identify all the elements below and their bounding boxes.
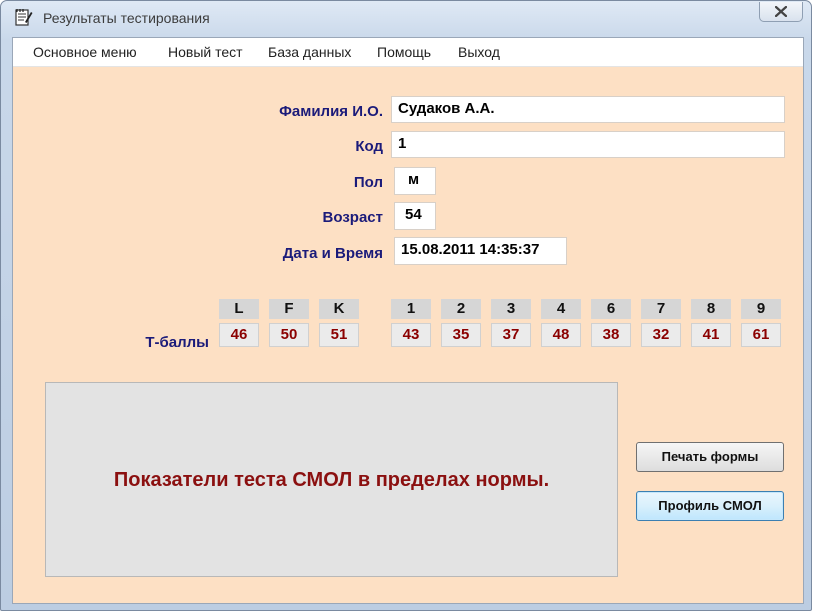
scale-header-9: 9 bbox=[741, 299, 781, 319]
name-field[interactable]: Судаков А.А. bbox=[391, 96, 785, 123]
score-7: 32 bbox=[641, 323, 681, 347]
result-message: Показатели теста СМОЛ в пределах нормы. bbox=[113, 469, 550, 491]
scale-header-f: F bbox=[269, 299, 309, 319]
result-panel: Показатели теста СМОЛ в пределах нормы. bbox=[45, 382, 618, 577]
score-9: 61 bbox=[741, 323, 781, 347]
scale-header-2: 2 bbox=[441, 299, 481, 319]
menu-exit[interactable]: Выход bbox=[458, 44, 500, 60]
datetime-field[interactable]: 15.08.2011 14:35:37 bbox=[394, 237, 567, 265]
menu-main[interactable]: Основное меню bbox=[33, 44, 137, 60]
scale-header-7: 7 bbox=[641, 299, 681, 319]
score-3: 37 bbox=[491, 323, 531, 347]
scale-header-4: 4 bbox=[541, 299, 581, 319]
notepad-pencil-icon bbox=[13, 7, 33, 27]
age-label: Возраст bbox=[322, 209, 383, 226]
scale-header-6: 6 bbox=[591, 299, 631, 319]
score-1: 43 bbox=[391, 323, 431, 347]
score-8: 41 bbox=[691, 323, 731, 347]
sex-field[interactable]: м bbox=[394, 167, 436, 195]
scale-header-l: L bbox=[219, 299, 259, 319]
print-form-button[interactable]: Печать формы bbox=[636, 442, 784, 472]
menu-new-test[interactable]: Новый тест bbox=[168, 44, 243, 60]
age-field[interactable]: 54 bbox=[394, 202, 436, 230]
score-k: 51 bbox=[319, 323, 359, 347]
scale-header-1: 1 bbox=[391, 299, 431, 319]
datetime-label: Дата и Время bbox=[282, 245, 383, 262]
menu-bar: Основное меню Новый тест База данных Пом… bbox=[13, 38, 803, 67]
client-area: Основное меню Новый тест База данных Пом… bbox=[12, 37, 804, 604]
score-4: 48 bbox=[541, 323, 581, 347]
scale-header-8: 8 bbox=[691, 299, 731, 319]
menu-help[interactable]: Помощь bbox=[377, 44, 431, 60]
score-2: 35 bbox=[441, 323, 481, 347]
scale-header-k: K bbox=[319, 299, 359, 319]
score-f: 50 bbox=[269, 323, 309, 347]
code-field[interactable]: 1 bbox=[391, 131, 785, 158]
window-title: Результаты тестирования bbox=[43, 10, 210, 26]
code-label: Код bbox=[355, 138, 383, 155]
menu-database[interactable]: База данных bbox=[268, 44, 351, 60]
results-window: Результаты тестирования Основное меню Но… bbox=[0, 0, 812, 611]
close-icon bbox=[775, 6, 787, 17]
score-6: 38 bbox=[591, 323, 631, 347]
t-scores-label: Т-баллы bbox=[145, 334, 209, 351]
scale-header-3: 3 bbox=[491, 299, 531, 319]
title-bar[interactable]: Результаты тестирования bbox=[1, 1, 811, 35]
score-l: 46 bbox=[219, 323, 259, 347]
sex-label: Пол bbox=[353, 174, 383, 191]
name-label: Фамилия И.О. bbox=[279, 103, 383, 120]
smol-profile-button[interactable]: Профиль СМОЛ bbox=[636, 491, 784, 521]
close-button[interactable] bbox=[759, 2, 803, 22]
